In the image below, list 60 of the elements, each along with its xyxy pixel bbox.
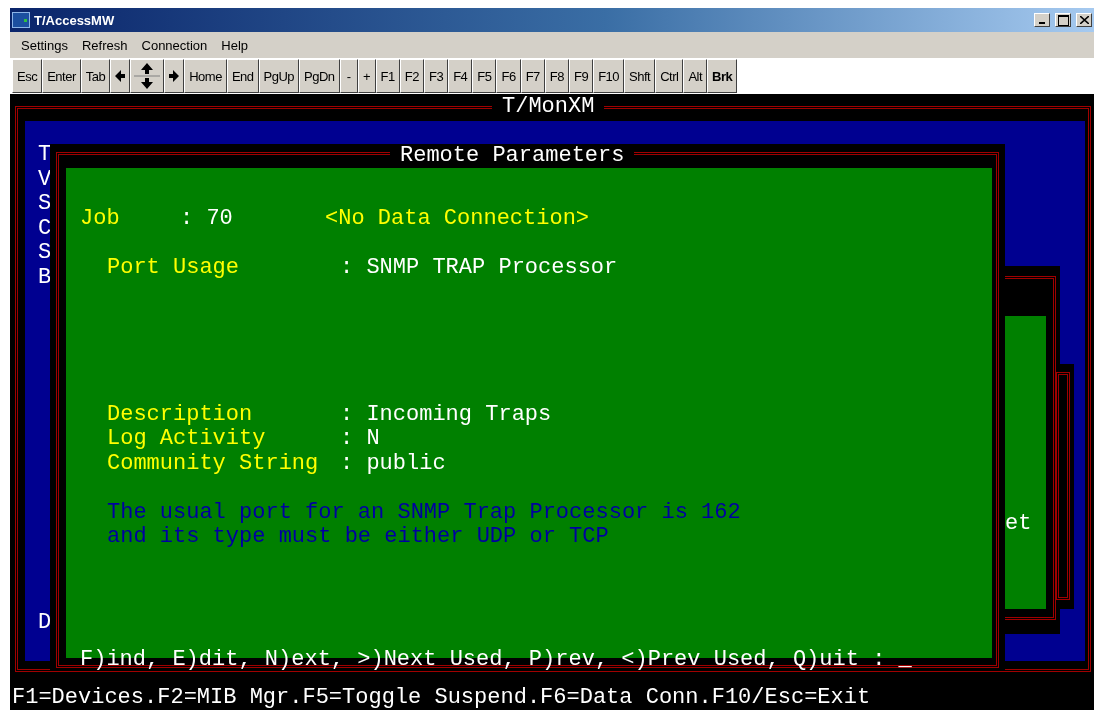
menu-letter: C <box>38 216 52 241</box>
key-button[interactable]: Esc <box>12 59 43 93</box>
key-button[interactable]: Shft <box>624 59 656 93</box>
menu-letter: S <box>38 192 52 217</box>
right-arrow-icon <box>169 70 180 82</box>
key-button[interactable]: F10 <box>593 59 625 93</box>
field-value: : Incoming Traps <box>340 402 552 427</box>
key-button[interactable]: Brk <box>707 59 738 93</box>
menu-letter: S <box>38 241 52 266</box>
field-label: Description <box>107 402 254 427</box>
command-prompt: F)ind, E)dit, N)ext, >)Next Used, P)rev, <)Prev Used, Q)uit : _ <box>80 647 912 672</box>
close-icon <box>1080 16 1089 24</box>
field-value: : 70 <box>180 206 234 231</box>
key-button[interactable]: PgUp <box>258 59 300 93</box>
key-button[interactable]: Enter <box>42 59 81 93</box>
key-button[interactable]: Home <box>184 59 227 93</box>
left-arrow-key[interactable] <box>110 59 131 93</box>
menu-item[interactable]: Refresh <box>75 35 135 55</box>
key-button[interactable]: F4 <box>448 59 473 93</box>
key-button[interactable]: Tab <box>80 59 111 93</box>
key-button[interactable]: Ctrl <box>655 59 684 93</box>
key-button[interactable]: PgDn <box>299 59 340 93</box>
up-down-arrow-icon <box>133 62 162 90</box>
key-button[interactable]: F6 <box>496 59 521 93</box>
menu-letter: V <box>38 167 52 192</box>
menu-item[interactable]: Connection <box>134 35 215 55</box>
key-button[interactable]: F2 <box>399 59 424 93</box>
menu-letter: B <box>38 265 52 290</box>
right-arrow-key[interactable] <box>164 59 185 93</box>
menu-letter: D <box>38 611 52 636</box>
key-button[interactable]: Alt <box>683 59 708 93</box>
key-button[interactable]: F3 <box>423 59 449 93</box>
key-button[interactable]: F9 <box>569 59 594 93</box>
app-icon <box>12 12 30 28</box>
maximize-button[interactable] <box>1055 13 1071 27</box>
connection-status: <No Data Connection> <box>325 206 590 231</box>
partial-text: et <box>1005 512 1032 537</box>
menu-letter: T <box>38 143 52 168</box>
key-button[interactable]: F1 <box>375 59 400 93</box>
key-button[interactable]: F5 <box>472 59 497 93</box>
field-label: Community String <box>107 451 320 476</box>
left-arrow-icon <box>115 70 126 82</box>
menu-item[interactable]: Help <box>214 35 256 55</box>
field-value: : N <box>340 427 380 452</box>
help-text: and its type must be either UDP or TCP <box>107 525 609 550</box>
field-label: Port Usage <box>107 255 241 280</box>
help-text: The usual port for an SNMP Trap Processor is 162 <box>107 500 741 525</box>
key-button[interactable]: F8 <box>544 59 569 93</box>
status-line: F1=Devices.F2=MIB Mgr.F5=Toggle Suspend.F6=Data Conn.F10/Esc=Exit <box>12 685 871 710</box>
field-label: Log Activity <box>107 427 267 452</box>
field-value: : SNMP TRAP Processor <box>340 255 618 280</box>
minimize-button[interactable] <box>1034 13 1050 27</box>
menu-item[interactable]: Settings <box>14 35 75 55</box>
close-button[interactable] <box>1076 13 1092 27</box>
window-title: T/AccessMW <box>34 12 116 28</box>
key-button[interactable]: F7 <box>520 59 545 93</box>
field-label: Job <box>80 206 121 231</box>
field-value: : public <box>340 451 446 476</box>
key-button[interactable]: End <box>226 59 259 93</box>
up-down-arrow-key[interactable] <box>130 59 165 93</box>
